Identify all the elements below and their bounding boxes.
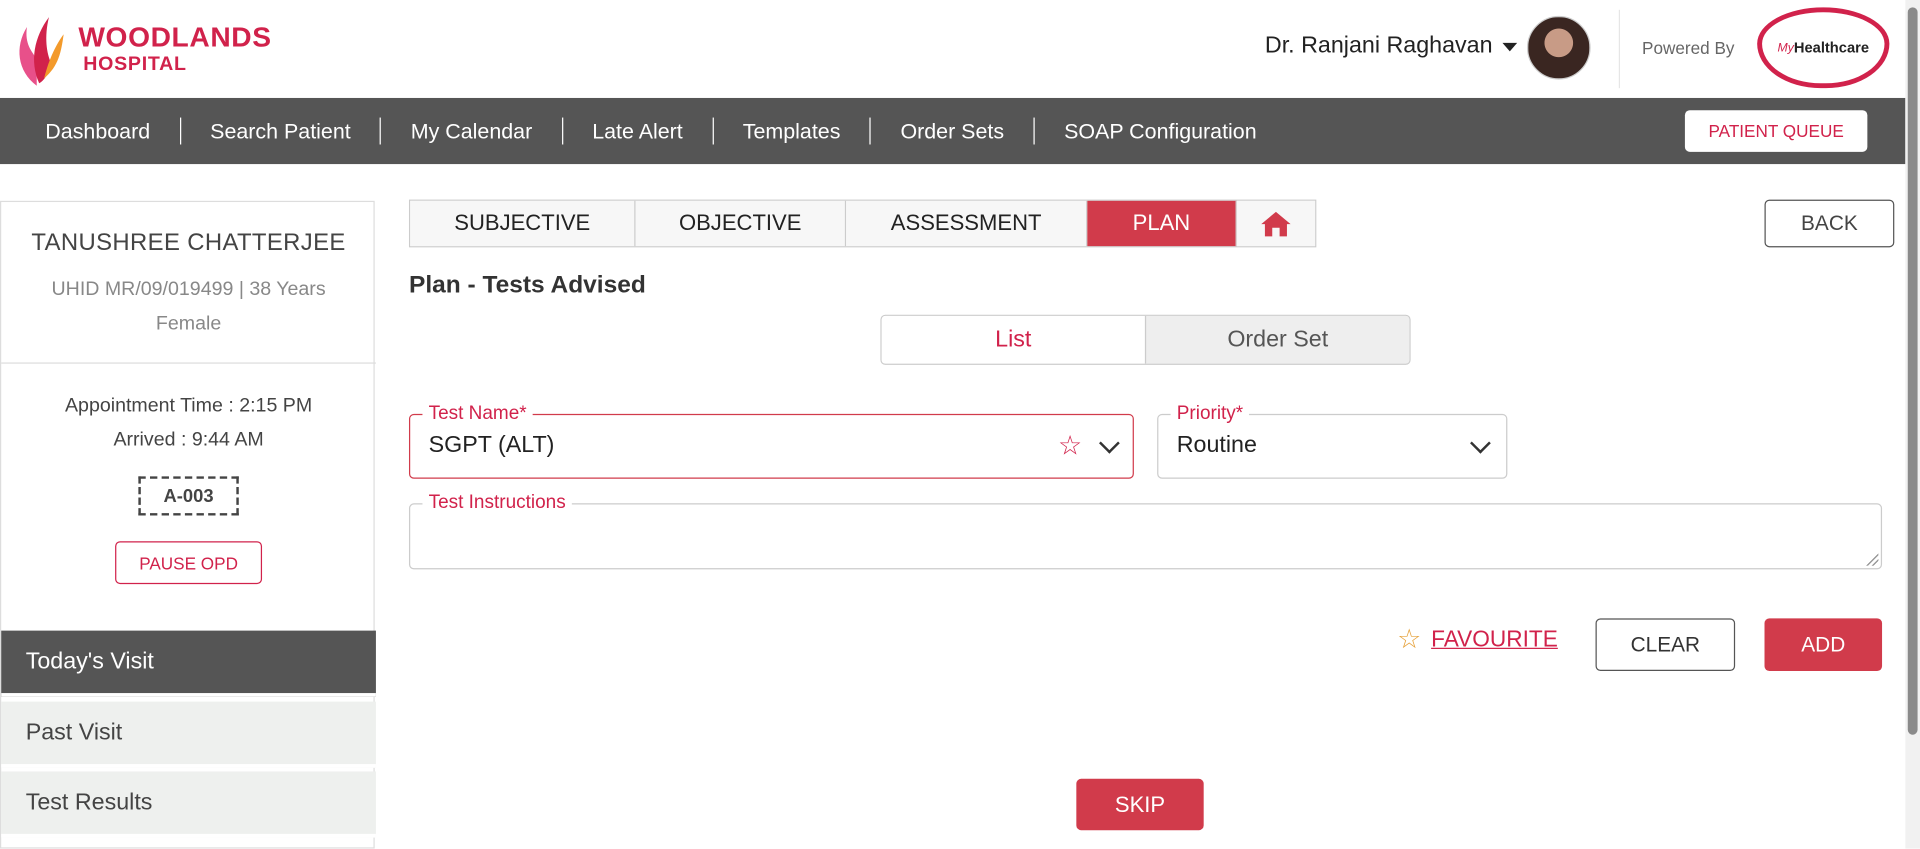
patient-uhid-age: UHID MR/09/019499 | 38 Years xyxy=(51,279,326,301)
pause-opd-button[interactable]: PAUSE OPD xyxy=(115,541,263,585)
add-button[interactable]: ADD xyxy=(1764,618,1883,672)
top-header: WOODLANDS HOSPITAL Dr. Ranjani Raghavan … xyxy=(0,0,1906,98)
chevron-down-icon[interactable] xyxy=(1099,432,1120,454)
test-name-field[interactable]: Test Name* SGPT (ALT) ☆ xyxy=(408,401,1134,479)
sidebar-item-todays-visit[interactable]: Today's Visit xyxy=(1,630,376,697)
skip-button[interactable]: SKIP xyxy=(1076,778,1204,831)
test-name-label: Test Name* xyxy=(422,401,533,427)
app-frame: WOODLANDS HOSPITAL Dr. Ranjani Raghavan … xyxy=(0,0,1920,849)
page-scrollbar[interactable] xyxy=(1905,0,1920,849)
test-instructions-label: Test Instructions xyxy=(422,491,572,516)
flame-logo-icon xyxy=(12,10,66,88)
tab-assessment[interactable]: ASSESSMENT xyxy=(846,200,1088,247)
favourite-star-icon[interactable]: ☆ xyxy=(1058,430,1082,462)
nav-dashboard[interactable]: Dashboard xyxy=(0,117,181,145)
nav-soap-configuration[interactable]: SOAP Configuration xyxy=(1035,118,1286,145)
test-instructions-field[interactable]: Test Instructions xyxy=(408,491,1883,570)
divider xyxy=(1,362,376,364)
user-menu[interactable]: Dr. Ranjani Raghavan xyxy=(1264,33,1518,60)
patient-name: TANUSHREE CHATTERJEE xyxy=(31,228,346,256)
favourite-link[interactable]: ☆ FAVOURITE xyxy=(1397,623,1558,655)
header-divider xyxy=(1618,9,1621,89)
logo-line1: WOODLANDS xyxy=(78,20,272,53)
tab-objective[interactable]: OBJECTIVE xyxy=(635,200,847,247)
toggle-list[interactable]: List xyxy=(881,315,1145,364)
logo-text: WOODLANDS HOSPITAL xyxy=(78,23,271,74)
star-icon: ☆ xyxy=(1397,623,1422,654)
user-name-label: Dr. Ranjani Raghavan xyxy=(1264,33,1493,59)
token-badge: A-003 xyxy=(138,476,239,516)
nav-templates[interactable]: Templates xyxy=(713,117,872,145)
sidebar-item-past-visit[interactable]: Past Visit xyxy=(1,701,376,768)
favourite-label: FAVOURITE xyxy=(1431,625,1558,652)
back-button[interactable]: BACK xyxy=(1764,199,1895,248)
appointment-time: Appointment Time : 2:15 PM xyxy=(64,395,313,417)
tab-plan[interactable]: PLAN xyxy=(1087,200,1237,247)
priority-label: Priority* xyxy=(1170,401,1250,427)
priority-value: Routine xyxy=(1176,432,1257,458)
nav-my-calendar[interactable]: My Calendar xyxy=(381,117,563,145)
tab-home[interactable] xyxy=(1236,200,1316,247)
logo-line2: HOSPITAL xyxy=(83,53,187,75)
section-title: Plan - Tests Advised xyxy=(408,271,646,299)
scrollbar-thumb[interactable] xyxy=(1907,7,1918,735)
view-toggle: List Order Set xyxy=(880,314,1411,365)
patient-details: UHID MR/09/019499 | 38 Years Female xyxy=(1,273,376,342)
nav-order-sets[interactable]: Order Sets xyxy=(871,117,1035,145)
soap-tabs: SUBJECTIVE OBJECTIVE ASSESSMENT PLAN xyxy=(408,199,1317,248)
nav-late-alert[interactable]: Late Alert xyxy=(563,117,714,145)
home-icon xyxy=(1261,211,1291,236)
myhealthcare-logo: My Healthcare xyxy=(1757,7,1890,89)
sidebar-item-test-results[interactable]: Test Results xyxy=(1,771,376,838)
tab-subjective[interactable]: SUBJECTIVE xyxy=(410,200,636,247)
patient-gender: Female xyxy=(155,313,222,335)
priority-select[interactable]: Priority* Routine xyxy=(1157,401,1508,479)
partner-logo-text: Healthcare xyxy=(1793,39,1870,57)
hospital-logo: WOODLANDS HOSPITAL xyxy=(12,10,271,88)
appointment-info: Appointment Time : 2:15 PM Arrived : 9:4… xyxy=(1,389,376,458)
clear-button[interactable]: CLEAR xyxy=(1595,618,1736,672)
resize-handle-icon[interactable] xyxy=(1866,553,1879,566)
chevron-down-icon[interactable] xyxy=(1470,432,1491,454)
nav-search-patient[interactable]: Search Patient xyxy=(181,117,382,145)
partner-logo-my: My xyxy=(1777,41,1794,55)
test-name-value: SGPT (ALT) xyxy=(428,432,555,458)
toggle-order-set[interactable]: Order Set xyxy=(1144,315,1410,364)
patient-card: TANUSHREE CHATTERJEE UHID MR/09/019499 |… xyxy=(0,200,376,849)
powered-by-label: Powered By xyxy=(1642,37,1735,58)
main-nav: Dashboard Search Patient My Calendar Lat… xyxy=(0,97,1906,165)
avatar[interactable] xyxy=(1526,15,1591,80)
caret-down-icon xyxy=(1502,42,1518,51)
arrived-time: Arrived : 9:44 AM xyxy=(113,429,264,451)
patient-queue-button[interactable]: PATIENT QUEUE xyxy=(1684,110,1868,152)
